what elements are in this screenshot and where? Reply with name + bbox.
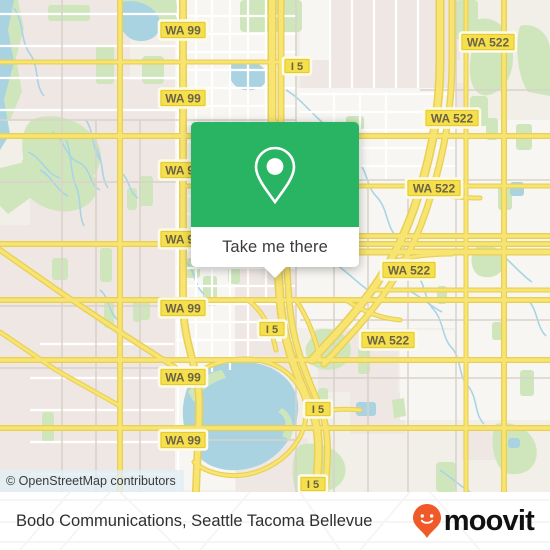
highway-shield-label: WA 99 (165, 302, 201, 316)
highway-shield-label: I 5 (312, 404, 324, 416)
callout-footer[interactable]: Take me there (191, 227, 359, 267)
highway-shield: WA 99 (157, 297, 209, 319)
highway-shield-label: WA 522 (413, 182, 456, 196)
map-page: WA 99 I 5 WA 522 WA 99 WA 522 WA 99 WA 522 WA 9… (0, 0, 550, 550)
highway-shield-label: WA 522 (467, 36, 510, 50)
highway-shield-label: WA 522 (388, 264, 431, 278)
highway-shield: WA 99 (157, 87, 209, 109)
highway-shield: WA 522 (358, 329, 418, 351)
highway-shield-label: WA 99 (165, 371, 201, 385)
highway-shield-label: WA 522 (367, 334, 410, 348)
highway-shield: I 5 (302, 399, 334, 419)
take-me-there-label: Take me there (222, 237, 328, 256)
highway-shield-label: WA 99 (165, 92, 201, 106)
highway-shield: WA 99 (157, 19, 209, 41)
highway-shield-label: WA 99 (165, 24, 201, 38)
highway-shield: I 5 (256, 319, 288, 339)
map-pin-icon (254, 146, 296, 204)
moovit-brand[interactable]: moovit (412, 503, 535, 539)
highway-shield: WA 522 (379, 259, 439, 281)
highway-shield: I 5 (297, 474, 329, 492)
moovit-wordmark: moovit (443, 504, 535, 537)
highway-shield-label: I 5 (307, 479, 319, 491)
callout-tail (263, 266, 287, 278)
highway-shield-label: WA 99 (165, 434, 201, 448)
page-footer: Bodo Communications, Seattle Tacoma Bell… (0, 492, 550, 550)
callout-header (191, 122, 359, 227)
place-title: Bodo Communications, Seattle Tacoma Bell… (16, 511, 373, 530)
moovit-smiling-pin-icon (412, 504, 441, 538)
highway-shield: WA 522 (404, 177, 464, 199)
highway-shield-label: I 5 (266, 324, 278, 336)
highway-shield: WA 99 (157, 429, 209, 451)
take-me-there-callout[interactable]: Take me there (191, 122, 359, 278)
map-attribution[interactable]: © OpenStreetMap contributors (0, 470, 184, 492)
highway-shield-label: WA 522 (431, 112, 474, 126)
highway-shield: WA 522 (458, 31, 518, 53)
highway-shield: WA 522 (422, 107, 482, 129)
highway-shield: WA 99 (157, 366, 209, 388)
highway-shield-label: I 5 (291, 61, 303, 73)
highway-shield: I 5 (281, 56, 313, 76)
